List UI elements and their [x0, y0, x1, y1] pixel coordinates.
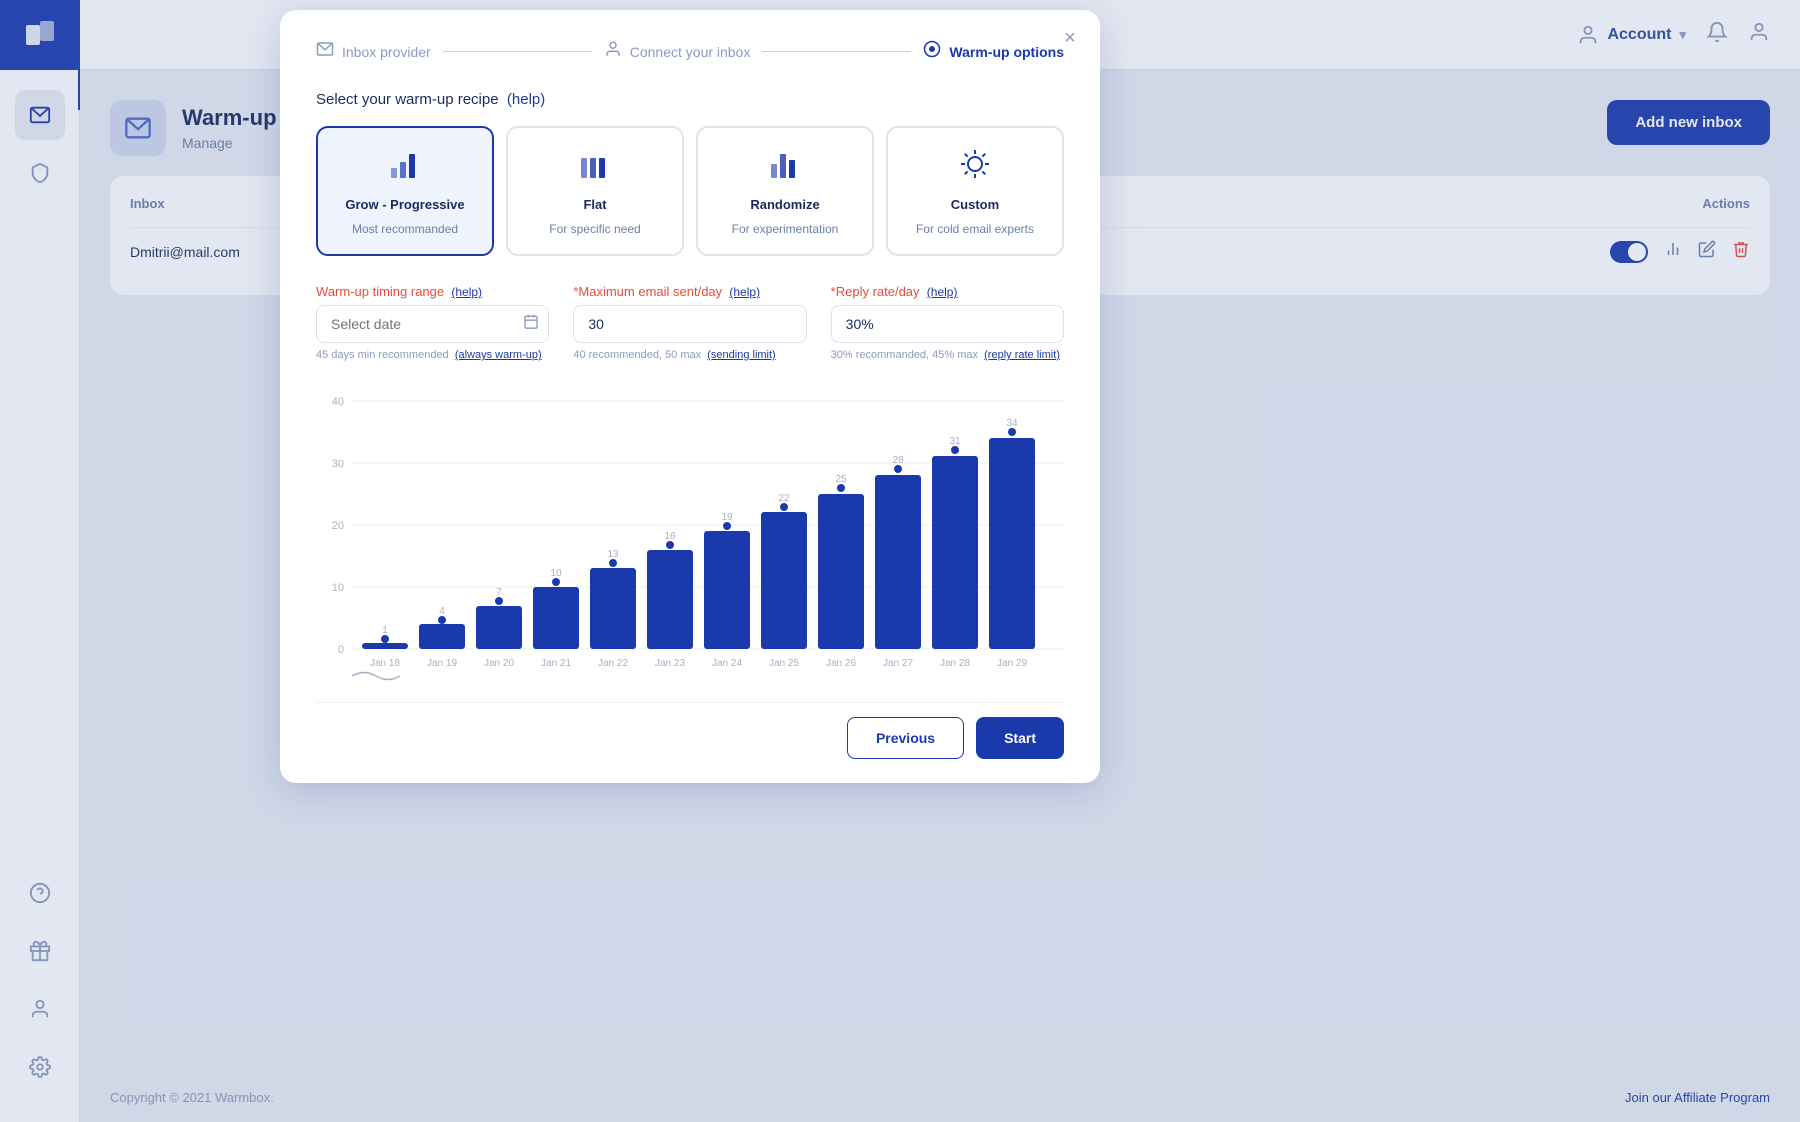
start-button[interactable]: Start — [976, 717, 1064, 759]
grow-icon — [387, 146, 423, 187]
svg-text:Jan 29: Jan 29 — [997, 658, 1027, 669]
section-help-link[interactable]: (help) — [507, 91, 545, 108]
svg-text:10: 10 — [550, 568, 562, 579]
randomize-subtitle: For experimentation — [732, 222, 839, 236]
svg-text:10: 10 — [332, 582, 344, 594]
reply-rate-help-link[interactable]: (help) — [927, 285, 958, 299]
sending-limit-link[interactable]: (sending limit) — [707, 349, 775, 361]
timing-input-wrapper — [316, 305, 549, 343]
svg-text:Jan 21: Jan 21 — [541, 658, 571, 669]
flat-subtitle: For specific need — [549, 222, 640, 236]
svg-text:Jan 20: Jan 20 — [484, 658, 514, 669]
svg-text:Jan 22: Jan 22 — [598, 658, 628, 669]
modal: × Inbox provider Connect your inbox — [280, 10, 1100, 783]
max-email-input[interactable] — [573, 305, 806, 343]
step-warmup-options: Warm-up options — [923, 40, 1064, 63]
svg-text:34: 34 — [1006, 418, 1018, 429]
timing-group: Warm-up timing range (help) 45 days min … — [316, 284, 549, 361]
recipe-card-flat[interactable]: Flat For specific need — [506, 126, 684, 256]
step-warmup-label: Warm-up options — [949, 44, 1064, 60]
reply-rate-hint: 30% recommanded, 45% max (reply rate lim… — [831, 349, 1064, 361]
custom-icon — [957, 146, 993, 187]
max-email-label: *Maximum email sent/day (help) — [573, 284, 806, 299]
svg-text:4: 4 — [439, 606, 445, 617]
custom-title: Custom — [951, 197, 999, 212]
chart-area: 40 30 20 10 0 1 Jan 18 4 — [316, 381, 1064, 686]
svg-text:31: 31 — [949, 436, 961, 447]
modal-overlay: × Inbox provider Connect your inbox — [0, 0, 1800, 1122]
grow-subtitle: Most recommanded — [352, 222, 458, 236]
section-title: Select your warm-up recipe (help) — [316, 91, 1064, 108]
timing-label: Warm-up timing range (help) — [316, 284, 549, 299]
custom-subtitle: For cold email experts — [916, 222, 1034, 236]
bar-chart: 40 30 20 10 0 1 Jan 18 4 — [316, 391, 1064, 681]
step-connect-icon — [604, 40, 622, 63]
svg-text:Jan 18: Jan 18 — [370, 658, 400, 669]
svg-text:7: 7 — [496, 587, 502, 598]
svg-text:22: 22 — [778, 493, 790, 504]
max-email-help-link[interactable]: (help) — [729, 285, 760, 299]
reply-rate-group: *Reply rate/day (help) 30% recommanded, … — [831, 284, 1064, 361]
max-email-group: *Maximum email sent/day (help) 40 recomm… — [573, 284, 806, 361]
modal-stepper: Inbox provider Connect your inbox Warm-u… — [316, 40, 1064, 63]
timing-help-link[interactable]: (help) — [451, 285, 482, 299]
reply-rate-label: *Reply rate/day (help) — [831, 284, 1064, 299]
reply-rate-input[interactable] — [831, 305, 1064, 343]
previous-button[interactable]: Previous — [847, 717, 964, 759]
svg-text:0: 0 — [338, 644, 344, 656]
recipe-card-custom[interactable]: Custom For cold email experts — [886, 126, 1064, 256]
randomize-icon — [767, 146, 803, 187]
recipe-card-grow[interactable]: Grow - Progressive Most recommanded — [316, 126, 494, 256]
svg-text:Jan 27: Jan 27 — [883, 658, 913, 669]
svg-text:19: 19 — [721, 512, 733, 523]
grow-title: Grow - Progressive — [345, 197, 464, 212]
svg-text:20: 20 — [332, 520, 344, 532]
recipe-cards: Grow - Progressive Most recommanded Flat… — [316, 126, 1064, 256]
modal-close-button[interactable]: × — [1056, 24, 1084, 52]
modal-footer: Previous Start — [316, 702, 1064, 759]
form-row: Warm-up timing range (help) 45 days min … — [316, 284, 1064, 361]
svg-text:Jan 26: Jan 26 — [826, 658, 856, 669]
always-warmup-link[interactable]: (always warm-up) — [455, 349, 542, 361]
step-inbox-icon — [316, 40, 334, 63]
step-inbox-provider: Inbox provider — [316, 40, 431, 63]
svg-text:30: 30 — [332, 458, 344, 470]
svg-text:1: 1 — [382, 625, 388, 636]
reply-rate-limit-link[interactable]: (reply rate limit) — [984, 349, 1060, 361]
svg-text:28: 28 — [892, 455, 904, 466]
flat-title: Flat — [583, 197, 606, 212]
timing-input[interactable] — [316, 305, 549, 343]
svg-text:Jan 23: Jan 23 — [655, 658, 685, 669]
timing-hint: 45 days min recommended (always warm-up) — [316, 349, 549, 361]
step-inbox-label: Inbox provider — [342, 44, 431, 60]
randomize-title: Randomize — [750, 197, 819, 212]
calendar-icon — [523, 314, 539, 335]
svg-text:25: 25 — [835, 474, 847, 485]
svg-text:16: 16 — [664, 531, 676, 542]
svg-text:Jan 19: Jan 19 — [427, 658, 457, 669]
svg-text:Jan 25: Jan 25 — [769, 658, 799, 669]
svg-text:Jan 28: Jan 28 — [940, 658, 970, 669]
svg-text:Jan 24: Jan 24 — [712, 658, 742, 669]
svg-text:13: 13 — [607, 549, 619, 560]
svg-text:40: 40 — [332, 396, 344, 408]
recipe-card-randomize[interactable]: Randomize For experimentation — [696, 126, 874, 256]
step-warmup-icon — [923, 40, 941, 63]
step-connect-inbox: Connect your inbox — [604, 40, 751, 63]
flat-icon — [577, 146, 613, 187]
max-email-hint: 40 recommended, 50 max (sending limit) — [573, 349, 806, 361]
step-connect-label: Connect your inbox — [630, 44, 751, 60]
